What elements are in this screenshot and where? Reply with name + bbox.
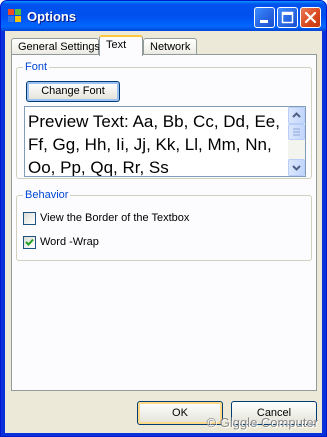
font-group-title: Font [23, 61, 50, 73]
change-font-button[interactable]: Change Font [26, 81, 120, 102]
chevron-up-icon [292, 112, 301, 118]
watermark: © Giggle Computer [206, 415, 318, 430]
checkmark-icon [25, 238, 34, 246]
scroll-down-button[interactable] [288, 159, 305, 176]
tab-general-settings[interactable]: General Settings [11, 38, 100, 55]
close-button[interactable] [300, 7, 321, 28]
chevron-down-icon [292, 165, 301, 171]
tab-strip: General Settings Text Network [11, 35, 317, 56]
behavior-group-title: Behavior [23, 189, 71, 201]
maximize-icon [281, 11, 294, 24]
border-checkbox-label[interactable]: View the Border of the Textbox [40, 212, 189, 224]
scroll-up-button[interactable] [288, 107, 305, 124]
word-wrap-checkbox-label[interactable]: Word -Wrap [40, 236, 99, 248]
dialog-client-area: General Settings Text Network Font Chang… [5, 31, 322, 433]
minimize-icon [260, 20, 268, 23]
options-window: Options General Settings Text Network Fo… [0, 0, 327, 437]
tab-text[interactable]: Text [99, 35, 143, 56]
preview-scrollbar[interactable] [288, 107, 305, 176]
minimize-button[interactable] [254, 7, 275, 28]
text-tab-panel: Font Change Font Preview Text: Aa, Bb, C… [11, 54, 317, 391]
border-checkbox[interactable] [23, 212, 36, 225]
scroll-thumb[interactable] [288, 124, 305, 140]
close-icon [304, 11, 317, 24]
preview-text: Preview Text: Aa, Bb, Cc, Dd, Ee, Ff, Gg… [28, 112, 280, 177]
font-groupbox: Font Change Font Preview Text: Aa, Bb, C… [16, 61, 312, 179]
preview-textbox[interactable]: Preview Text: Aa, Bb, Cc, Dd, Ee, Ff, Gg… [24, 106, 306, 177]
grip-icon [293, 128, 300, 136]
title-bar[interactable]: Options [1, 1, 326, 31]
window-title: Options [27, 9, 77, 24]
word-wrap-checkbox[interactable] [23, 236, 36, 249]
app-icon [8, 9, 22, 23]
tab-network[interactable]: Network [143, 38, 197, 55]
maximize-button[interactable] [277, 7, 298, 28]
behavior-groupbox: Behavior View the Border of the Textbox … [16, 189, 312, 261]
